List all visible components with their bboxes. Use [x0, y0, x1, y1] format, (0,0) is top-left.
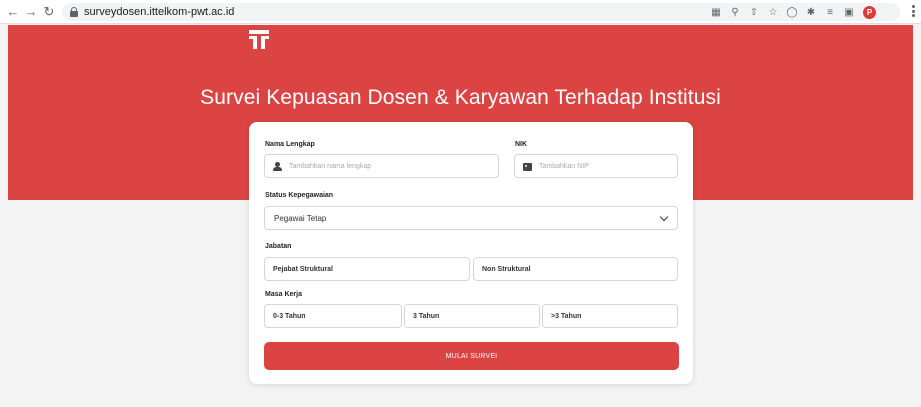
mulai-survei-button[interactable]: MULAI SURVEI: [264, 342, 679, 370]
masa-option-0-3[interactable]: 0-3 Tahun: [264, 304, 402, 328]
back-arrow-icon[interactable]: ←: [6, 4, 20, 19]
jabatan-option-label: Non Struktural: [482, 265, 531, 273]
status-value: Pegawai Tetap: [274, 213, 327, 223]
id-card-icon: [523, 162, 532, 171]
masa-option-label: 0-3 Tahun: [273, 312, 306, 320]
status-select[interactable]: Pegawai Tetap: [264, 206, 678, 230]
ittelkom-logo: [249, 30, 269, 49]
url-text[interactable]: surveydosen.ittelkom-pwt.ac.id: [84, 6, 234, 18]
masa-option-label: 3 Tahun: [413, 312, 440, 320]
masa-option-gt3[interactable]: >3 Tahun: [542, 304, 678, 328]
share-icon[interactable]: ⇧: [749, 7, 759, 18]
bookmark-star-icon[interactable]: ☆: [768, 7, 778, 18]
reading-list-icon[interactable]: ≡: [825, 7, 835, 18]
nama-field[interactable]: Tambahkan nama lengkap: [264, 154, 499, 178]
address-bar[interactable]: surveydosen.ittelkom-pwt.ac.id ▦ ⚲ ⇧ ☆ ◯…: [62, 3, 900, 21]
masa-kerja-label: Masa Kerja: [265, 291, 302, 298]
nama-placeholder: Tambahkan nama lengkap: [289, 162, 372, 170]
jabatan-option-label: Pejabat Struktural: [273, 265, 333, 273]
puzzle-icon[interactable]: ✱: [806, 7, 816, 18]
browser-toolbar: ← → ↻ surveydosen.ittelkom-pwt.ac.id ▦ ⚲…: [0, 0, 921, 24]
sidebar-icon[interactable]: ▣: [844, 7, 854, 18]
zoom-icon[interactable]: ⚲: [730, 7, 740, 18]
reload-icon[interactable]: ↻: [42, 4, 56, 19]
masa-option-label: >3 Tahun: [551, 312, 582, 320]
nama-label: Nama Lengkap: [265, 141, 315, 148]
chevron-down-icon: [659, 212, 669, 222]
jabatan-option-non-struktural[interactable]: Non Struktural: [473, 257, 678, 281]
survey-form-card: Nama Lengkap Tambahkan nama lengkap NIK …: [249, 122, 693, 384]
nik-field[interactable]: Tambahkan NIP: [514, 154, 678, 178]
translate-icon[interactable]: ▦: [711, 7, 721, 18]
jabatan-option-struktural[interactable]: Pejabat Struktural: [264, 257, 470, 281]
user-icon: [273, 161, 282, 171]
extension-icon[interactable]: ◯: [786, 7, 797, 18]
profile-avatar[interactable]: P: [863, 5, 876, 19]
nik-placeholder: Tambahkan NIP: [539, 162, 589, 170]
forward-arrow-icon[interactable]: →: [24, 4, 38, 19]
lock-icon: [70, 7, 78, 17]
masa-option-3[interactable]: 3 Tahun: [404, 304, 540, 328]
page-title: Survei Kepuasan Dosen & Karyawan Terhada…: [200, 86, 721, 109]
status-label: Status Kepegawaian: [265, 192, 334, 199]
menu-kebab-icon[interactable]: [912, 5, 915, 17]
jabatan-label: Jabatan: [265, 243, 292, 250]
nik-label: NIK: [515, 141, 528, 148]
